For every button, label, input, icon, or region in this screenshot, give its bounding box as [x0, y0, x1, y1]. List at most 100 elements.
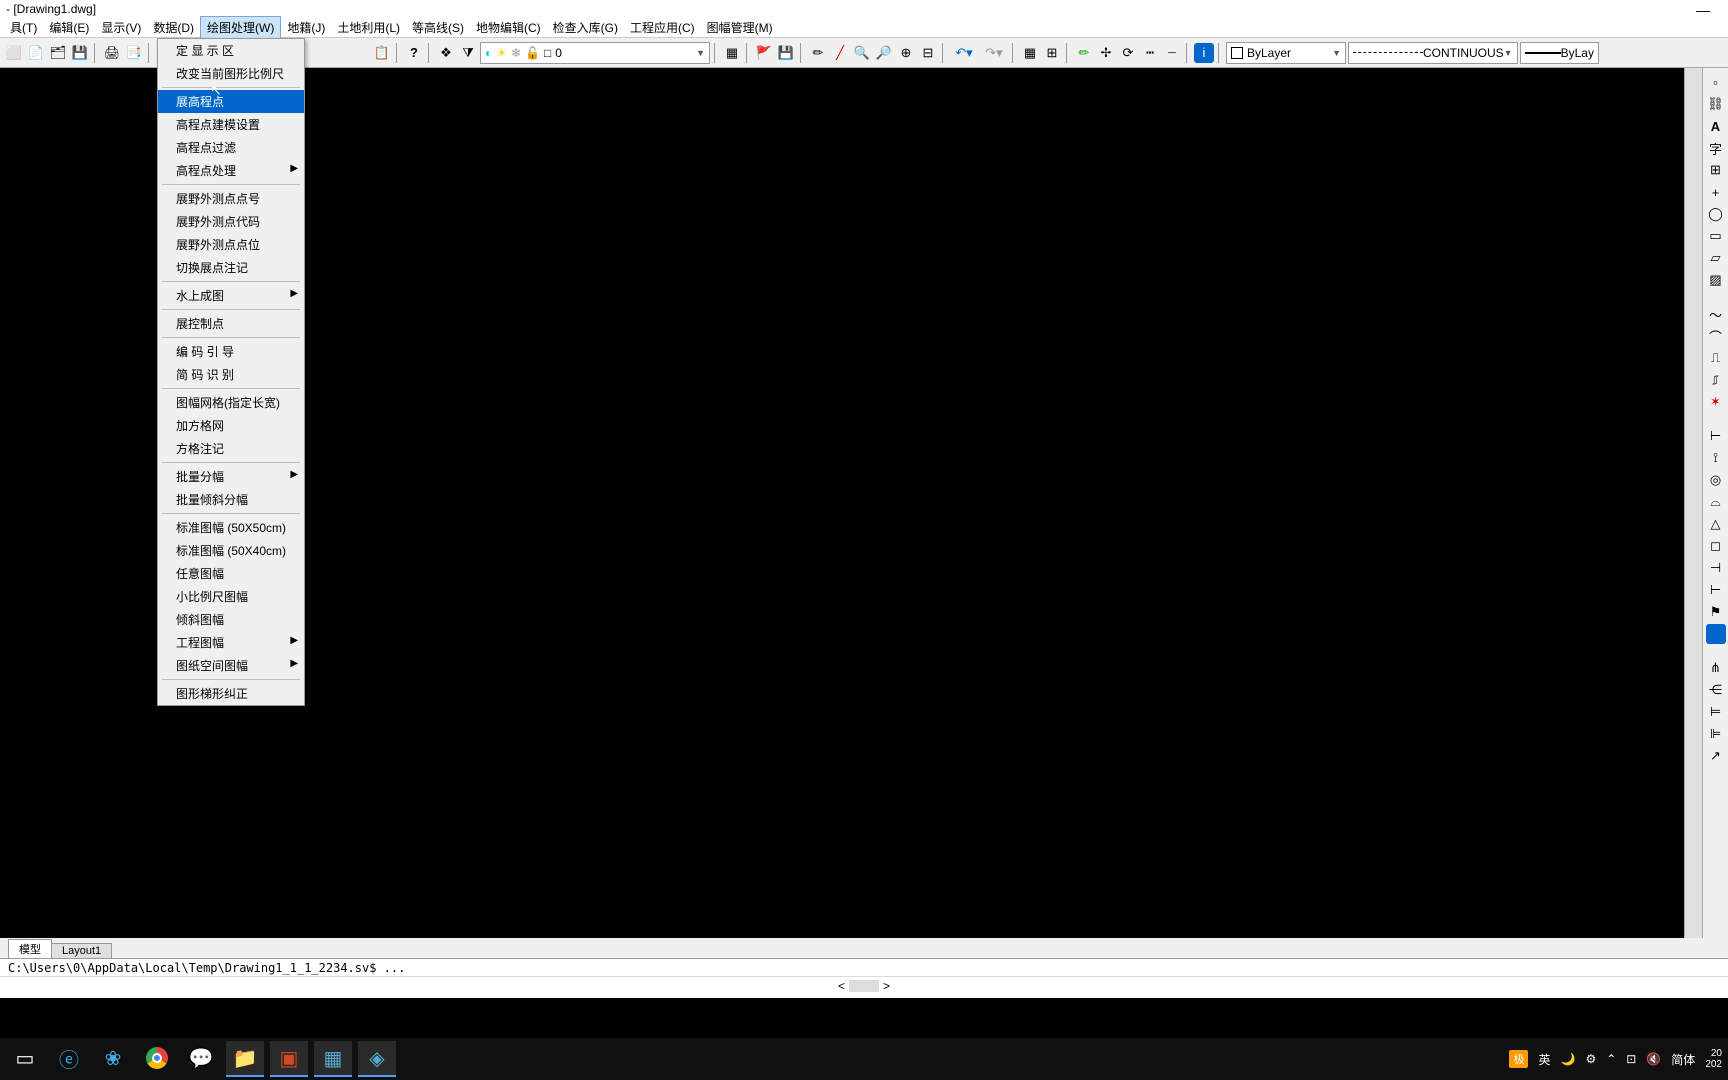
- tool-icon-1[interactable]: ⬜: [4, 43, 24, 63]
- rt-star-icon[interactable]: ✶: [1706, 392, 1726, 412]
- tool-table-icon[interactable]: ▦: [1020, 43, 1040, 63]
- nav-left-icon[interactable]: <: [838, 979, 845, 993]
- rt-text2-icon[interactable]: 字: [1706, 138, 1726, 158]
- rt-blue-icon[interactable]: [1706, 624, 1726, 644]
- dropdown-item[interactable]: 图纸空间图幅▶: [158, 654, 304, 677]
- nav-right-icon[interactable]: >: [883, 979, 890, 993]
- color-combo[interactable]: ByLayer ▼: [1226, 42, 1346, 64]
- menu-edit[interactable]: 编辑(E): [43, 17, 95, 38]
- cad-icon[interactable]: ◈: [358, 1041, 396, 1077]
- menu-eng[interactable]: 工程应用(C): [624, 17, 701, 38]
- dropdown-item[interactable]: 定 显 示 区: [158, 39, 304, 62]
- tool-pen2-icon[interactable]: ✏: [1074, 43, 1094, 63]
- tool-filter-icon[interactable]: ⧩: [458, 43, 478, 63]
- dropdown-item[interactable]: 展野外测点点位: [158, 233, 304, 256]
- rt-dim1-icon[interactable]: ⊣: [1706, 558, 1726, 578]
- rt-tri-icon[interactable]: △: [1706, 514, 1726, 534]
- rt-square2-icon[interactable]: ◻: [1706, 536, 1726, 556]
- dropdown-item[interactable]: 高程点建模设置: [158, 113, 304, 136]
- dropdown-item[interactable]: 倾斜图幅: [158, 608, 304, 631]
- tool-icon-3[interactable]: 🗂: [48, 43, 68, 63]
- tool-undo-icon[interactable]: ↶▾: [950, 43, 978, 63]
- tool-print-icon[interactable]: 🖨: [102, 43, 122, 63]
- tool-zoomin-icon[interactable]: 🔎: [874, 43, 894, 63]
- explorer-icon[interactable]: 📁: [226, 1041, 264, 1077]
- tool-icon-2[interactable]: 📄: [26, 43, 46, 63]
- menu-sheet[interactable]: 图幅管理(M): [701, 17, 779, 38]
- tray-lang[interactable]: 简体: [1671, 1051, 1695, 1068]
- dropdown-item[interactable]: 加方格网: [158, 414, 304, 437]
- tool-move-icon[interactable]: ✢: [1096, 43, 1116, 63]
- tool-redo-icon[interactable]: ↷▾: [980, 43, 1008, 63]
- menu-cadastre[interactable]: 地籍(J): [281, 17, 331, 38]
- wechat-icon[interactable]: 💬: [182, 1041, 220, 1077]
- tool-info-icon[interactable]: i: [1194, 43, 1214, 63]
- dropdown-item[interactable]: 展高程点: [158, 90, 304, 113]
- rt-curve3-icon[interactable]: ⎍: [1706, 348, 1726, 368]
- tab-layout1[interactable]: Layout1: [51, 943, 112, 958]
- linetype-combo[interactable]: CONTINUOUS ▼: [1348, 42, 1518, 64]
- dropdown-item[interactable]: 展野外测点代码: [158, 210, 304, 233]
- tab-model[interactable]: 模型: [8, 939, 52, 958]
- tool-flag-icon[interactable]: 🚩: [754, 43, 774, 63]
- ppt-icon[interactable]: ▣: [270, 1041, 308, 1077]
- dropdown-item[interactable]: 切换展点注记: [158, 256, 304, 279]
- tool-icon-4[interactable]: 💾: [70, 43, 90, 63]
- menu-data[interactable]: 数据(D): [147, 17, 200, 38]
- dropdown-item[interactable]: 展野外测点点号: [158, 187, 304, 210]
- rt-link-icon[interactable]: ⛓: [1706, 94, 1726, 114]
- tray-up-icon[interactable]: ⌃: [1606, 1052, 1616, 1066]
- dropdown-item[interactable]: 图形梯形纠正: [158, 682, 304, 705]
- rt-rect-icon[interactable]: ▭: [1706, 226, 1726, 246]
- dropdown-item[interactable]: 简 码 识 别: [158, 363, 304, 386]
- dropdown-item[interactable]: 高程点处理▶: [158, 159, 304, 182]
- dropdown-item[interactable]: 改变当前图形比例尺: [158, 62, 304, 85]
- rt-flag2-icon[interactable]: ⚑: [1706, 602, 1726, 622]
- dropdown-item[interactable]: 水上成图▶: [158, 284, 304, 307]
- tool-line-icon[interactable]: ╱: [830, 43, 850, 63]
- tool-dash2-icon[interactable]: ┈: [1162, 43, 1182, 63]
- rt-node1-icon[interactable]: ⋔: [1706, 658, 1726, 678]
- dropdown-item[interactable]: 批量分幅▶: [158, 465, 304, 488]
- rt-dim3-icon[interactable]: ⊨: [1706, 702, 1726, 722]
- dropdown-item[interactable]: 高程点过滤: [158, 136, 304, 159]
- chrome-icon[interactable]: [138, 1041, 176, 1077]
- rt-hatch-icon[interactable]: ▨: [1706, 270, 1726, 290]
- dropdown-item[interactable]: 编 码 引 导: [158, 340, 304, 363]
- menu-topo[interactable]: 地物编辑(C): [470, 17, 547, 38]
- rt-circle2-icon[interactable]: ◎: [1706, 470, 1726, 490]
- dropdown-item[interactable]: 批量倾斜分幅: [158, 488, 304, 511]
- tool-doc-icon[interactable]: 📋: [372, 43, 392, 63]
- menu-land[interactable]: 土地利用(L): [331, 17, 406, 38]
- rt-dim4-icon[interactable]: ⊫: [1706, 724, 1726, 744]
- tool-zoomwin-icon[interactable]: ⊟: [918, 43, 938, 63]
- rt-arc2-icon[interactable]: ⌓: [1706, 492, 1726, 512]
- dropdown-item[interactable]: 任意图幅: [158, 562, 304, 585]
- tool-layers-icon[interactable]: 📑: [124, 43, 144, 63]
- ime-eng[interactable]: 英: [1538, 1051, 1550, 1068]
- rt-text-icon[interactable]: A: [1706, 116, 1726, 136]
- menu-tool[interactable]: 具(T): [4, 17, 43, 38]
- menu-draw[interactable]: 绘图处理(W): [200, 16, 281, 39]
- tool-layers2-icon[interactable]: ❖: [436, 43, 456, 63]
- ime-moon-icon[interactable]: 🌙: [1561, 1052, 1576, 1066]
- dropdown-item[interactable]: 标准图幅 (50X50cm): [158, 516, 304, 539]
- task-view-icon[interactable]: ▭: [6, 1041, 44, 1077]
- tool-zoomext-icon[interactable]: ⊕: [896, 43, 916, 63]
- tool-zoomout-icon[interactable]: 🔍: [852, 43, 872, 63]
- tool-win-icon[interactable]: ⊞: [1042, 43, 1062, 63]
- minimize-button[interactable]: —: [1696, 2, 1710, 18]
- nav-scroll[interactable]: [849, 980, 879, 992]
- rt-curve4-icon[interactable]: ⎎: [1706, 370, 1726, 390]
- rt-point-icon[interactable]: ▫: [1706, 72, 1726, 92]
- menu-contour[interactable]: 等高线(S): [406, 17, 470, 38]
- rt-curve1-icon[interactable]: 〜: [1706, 304, 1726, 324]
- rt-dim2-icon[interactable]: ⊢: [1706, 580, 1726, 600]
- tool-rotate-icon[interactable]: ⟳: [1118, 43, 1138, 63]
- ime-gear-icon[interactable]: ⚙: [1585, 1052, 1596, 1066]
- rt-measure1-icon[interactable]: ⊢: [1706, 426, 1726, 446]
- tool-grid-icon[interactable]: ▦: [722, 43, 742, 63]
- tool-dash-icon[interactable]: ┅: [1140, 43, 1160, 63]
- dropdown-item[interactable]: 小比例尺图幅: [158, 585, 304, 608]
- rt-circle-icon[interactable]: ◯: [1706, 204, 1726, 224]
